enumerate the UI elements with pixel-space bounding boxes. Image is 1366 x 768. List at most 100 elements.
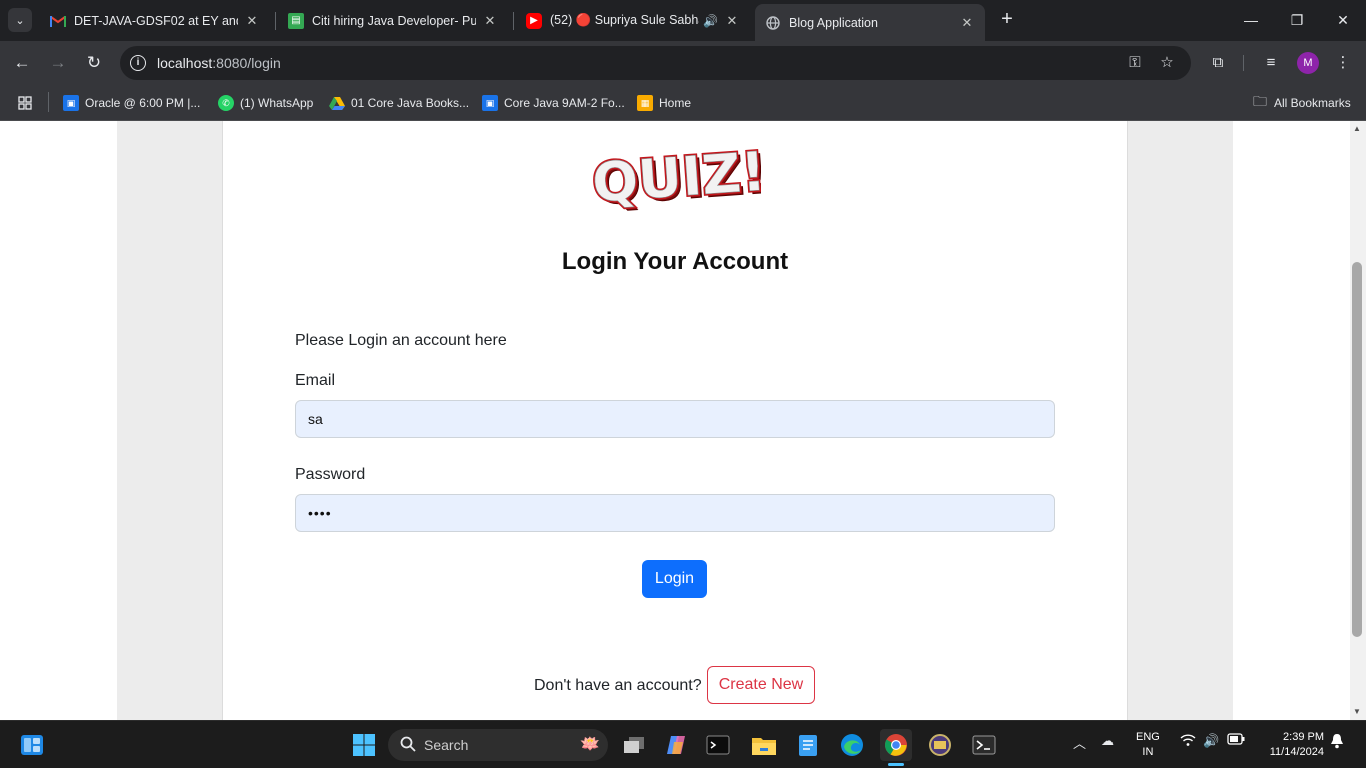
- tab-title: Citi hiring Java Developer- Pune: [312, 13, 476, 28]
- bookmarks-separator: [48, 92, 49, 112]
- site-info-icon[interactable]: i: [130, 55, 146, 71]
- page-title: Login Your Account: [561, 248, 789, 275]
- whatsapp-icon: ✆: [218, 95, 234, 111]
- wifi-icon[interactable]: [1180, 733, 1196, 750]
- tab-title: (52) 🔴 Supriya Sule Sabha: [550, 13, 700, 27]
- scroll-up-arrow[interactable]: ▲: [1353, 124, 1361, 133]
- gmail-icon: [50, 13, 66, 29]
- clock-time: 2:39 PM: [1283, 731, 1324, 743]
- tab-blog-application[interactable]: Blog Application ✕: [755, 4, 985, 41]
- start-icon[interactable]: [348, 729, 380, 761]
- widgets-icon[interactable]: [16, 729, 48, 761]
- bookmark-home[interactable]: ▦ Home: [637, 93, 691, 113]
- close-icon[interactable]: ✕: [482, 13, 498, 29]
- task-view-icon[interactable]: [618, 729, 650, 761]
- email-field[interactable]: sa: [295, 400, 1055, 438]
- media-control-icon[interactable]: ≡: [1261, 53, 1281, 73]
- eclipse-ide-icon[interactable]: [924, 729, 956, 761]
- bookmark-label: Home: [659, 96, 692, 110]
- home-icon: ▦: [637, 95, 653, 111]
- restore-button[interactable]: ❐: [1274, 0, 1320, 41]
- command-prompt-icon[interactable]: [968, 729, 1000, 761]
- address-bar[interactable]: i localhost:8080/login ⚿ ☆: [120, 46, 1191, 80]
- file-explorer-icon[interactable]: [748, 729, 780, 761]
- bookmark-whatsapp[interactable]: ✆ (1) WhatsApp: [218, 93, 313, 113]
- search-placeholder: Search: [424, 737, 469, 753]
- url-text[interactable]: localhost:8080/login: [157, 55, 281, 71]
- login-subtext: Please Login an account here: [295, 332, 507, 349]
- apps-icon[interactable]: [18, 93, 32, 113]
- extensions-icon[interactable]: ⧉: [1208, 53, 1228, 73]
- bookmarks-bar: ▣ Oracle @ 6:00 PM |... ✆ (1) WhatsApp 0…: [0, 85, 1366, 121]
- chevron-up-icon[interactable]: ︿: [1073, 733, 1086, 752]
- all-bookmarks-label: All Bookmarks: [1274, 96, 1351, 110]
- taskbar-search[interactable]: Search 🪷: [388, 729, 608, 761]
- tab-gmail[interactable]: DET-JAVA-GDSF02 at EY and 9 ✕: [40, 6, 270, 35]
- toolbar-separator: [1243, 55, 1244, 71]
- onedrive-icon[interactable]: ☁: [1101, 733, 1114, 749]
- tab-title: Blog Application: [789, 15, 878, 30]
- clock-date: 11/14/2024: [1269, 746, 1324, 758]
- close-window-button[interactable]: ✕: [1320, 0, 1366, 41]
- bookmark-core-java-books[interactable]: 01 Core Java Books...: [329, 93, 469, 113]
- password-field[interactable]: ••••: [295, 494, 1055, 532]
- tab-strip: ⌄ DET-JAVA-GDSF02 at EY and 9 ✕ ▤ Citi h…: [0, 0, 1366, 41]
- password-label: Password: [295, 466, 366, 483]
- notification-bell-icon[interactable]: [1330, 733, 1344, 752]
- bookmark-core-java-9am[interactable]: ▣ Core Java 9AM-2 Fo...: [482, 93, 625, 113]
- tab-separator: [513, 12, 514, 30]
- create-new-button[interactable]: Create New: [707, 666, 815, 704]
- terminal-icon[interactable]: [702, 729, 734, 761]
- bookmark-label: (1) WhatsApp: [240, 96, 314, 110]
- classroom-icon: ▣: [63, 95, 79, 111]
- close-icon[interactable]: ✕: [724, 13, 740, 29]
- battery-icon[interactable]: [1227, 733, 1245, 748]
- forward-button[interactable]: →: [44, 49, 72, 77]
- bookmark-label: Oracle @ 6:00 PM |...: [85, 96, 201, 110]
- sheets-icon: ▤: [288, 12, 304, 29]
- browser-toolbar: ← → ↻ i localhost:8080/login ⚿ ☆ ⧉ ≡ ⋮: [0, 41, 1366, 85]
- tab-separator: [275, 12, 276, 30]
- new-tab-button[interactable]: +: [995, 8, 1019, 32]
- login-button[interactable]: Login: [642, 560, 707, 598]
- bookmark-star-icon[interactable]: ☆: [1157, 53, 1177, 73]
- chrome-icon[interactable]: [880, 729, 912, 761]
- email-label: Email: [295, 372, 336, 389]
- copilot-icon[interactable]: [660, 729, 692, 761]
- page-viewport: QUIZ! QUIZ! QUIZ! Login Your Account Ple…: [0, 121, 1366, 720]
- back-button[interactable]: ←: [8, 49, 36, 77]
- drive-icon: [329, 95, 345, 111]
- key-icon[interactable]: ⚿: [1125, 53, 1145, 73]
- lotus-icon: 🪷: [580, 736, 600, 753]
- close-icon[interactable]: ✕: [244, 13, 260, 29]
- left-gutter: [117, 121, 223, 720]
- language-indicator[interactable]: ENG IN: [1136, 730, 1160, 760]
- svg-text:QUIZ!: QUIZ!: [590, 141, 761, 211]
- no-account-text: Don't have an account?: [534, 677, 702, 694]
- all-bookmarks[interactable]: 🗀 All Bookmarks: [1252, 93, 1351, 113]
- classroom-icon: ▣: [482, 95, 498, 111]
- profile-avatar[interactable]: M: [1297, 52, 1319, 74]
- system-clock[interactable]: 2:39 PM 11/14/2024: [1258, 730, 1324, 760]
- tab-search-button[interactable]: ⌄: [8, 8, 32, 32]
- tab-citi[interactable]: ▤ Citi hiring Java Developer- Pune ✕: [278, 6, 508, 35]
- bookmark-oracle[interactable]: ▣ Oracle @ 6:00 PM |...: [63, 93, 200, 113]
- notepad-icon[interactable]: [792, 729, 824, 761]
- reload-button[interactable]: ↻: [80, 49, 108, 77]
- close-icon[interactable]: ✕: [959, 15, 975, 31]
- folder-icon: 🗀: [1253, 93, 1267, 109]
- speaker-icon[interactable]: 🔊: [703, 14, 718, 28]
- windows-taskbar: Search 🪷 ︿ ☁ ENG IN 🔊 2:39 PM 11/14/2024: [0, 720, 1366, 768]
- bookmark-label: 01 Core Java Books...: [351, 96, 470, 110]
- minimize-button[interactable]: —: [1228, 0, 1274, 41]
- bookmark-label: Core Java 9AM-2 Fo...: [504, 96, 625, 110]
- scrollbar-thumb[interactable]: [1352, 262, 1362, 637]
- menu-icon[interactable]: ⋮: [1333, 53, 1353, 73]
- globe-icon: [765, 15, 781, 31]
- tab-youtube[interactable]: ▶ (52) 🔴 Supriya Sule Sabha 🔊 ✕: [516, 6, 750, 35]
- volume-icon[interactable]: 🔊: [1203, 733, 1219, 749]
- edge-icon[interactable]: [836, 729, 868, 761]
- scroll-down-arrow[interactable]: ▼: [1353, 707, 1361, 716]
- login-card: QUIZ! QUIZ! QUIZ! Login Your Account Ple…: [223, 121, 1127, 720]
- right-gutter: [1127, 121, 1233, 720]
